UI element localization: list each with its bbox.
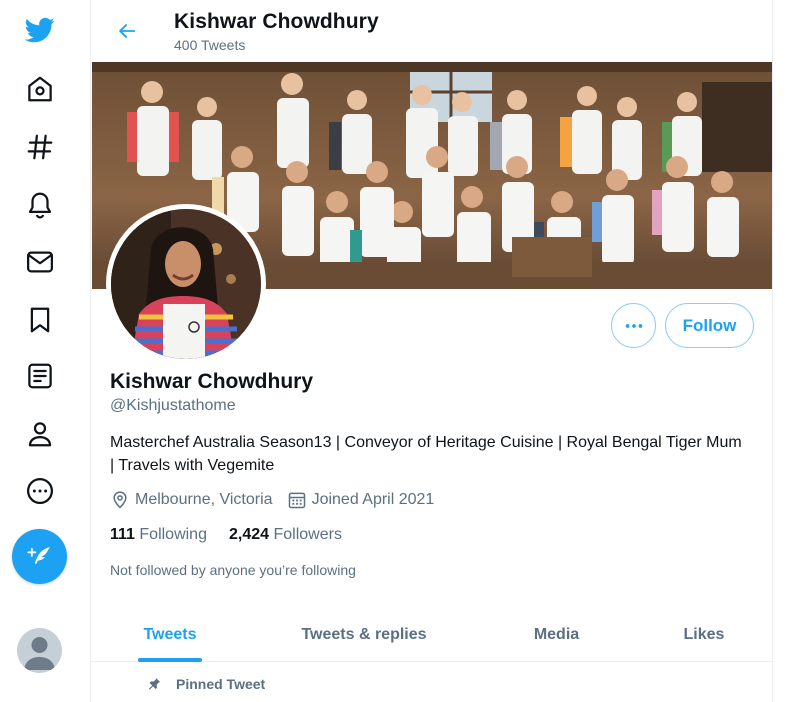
header-tweet-count: 400 Tweets — [174, 37, 246, 53]
feather-plus-icon — [26, 546, 50, 564]
followers-link[interactable]: 2,424 Followers — [229, 526, 342, 544]
following-link[interactable]: 111 Following — [110, 526, 207, 544]
notifications-bell-icon[interactable] — [14, 179, 66, 231]
profile-name: Kishwar Chowdhury — [110, 370, 314, 393]
profile-joined: Joined April 2021 — [287, 490, 435, 510]
pin-icon — [148, 678, 160, 690]
back-button[interactable] — [109, 13, 145, 49]
calendar-icon — [288, 492, 305, 509]
arrow-left-icon — [119, 24, 136, 38]
joined-text: Joined April 2021 — [311, 491, 435, 508]
following-label: Following — [139, 526, 207, 543]
profile-avatar[interactable] — [106, 204, 266, 364]
compose-tweet-button[interactable] — [12, 529, 67, 584]
more-circle-icon[interactable] — [14, 465, 66, 517]
tab-media[interactable]: Media — [479, 608, 634, 662]
profile-meta: Melbourne, Victoria Joined April 2021 — [110, 488, 448, 512]
tab-tweets[interactable]: Tweets — [91, 608, 249, 662]
follow-counts: 111 Following 2,424 Followers — [110, 526, 364, 544]
not-followed-notice: Not followed by anyone you’re following — [110, 562, 356, 578]
profile-person-icon[interactable] — [14, 408, 66, 460]
pinned-tweet-label: Pinned Tweet — [146, 676, 265, 692]
sidebar-nav — [0, 0, 80, 702]
home-icon[interactable] — [14, 63, 66, 115]
messages-envelope-icon[interactable] — [14, 236, 66, 288]
tab-likes[interactable]: Likes — [634, 608, 772, 662]
profile-column: Kishwar Chowdhury 400 Tweets Follow Kish… — [90, 0, 773, 702]
lists-icon[interactable] — [14, 350, 66, 402]
more-options-button[interactable] — [611, 303, 656, 348]
location-pin-icon — [113, 491, 127, 509]
profile-bio: Masterchef Australia Season13 | Conveyor… — [110, 434, 742, 474]
profile-handle: @Kishjustathome — [110, 397, 236, 414]
profile-tabs: Tweets Tweets & replies Media Likes — [91, 608, 772, 662]
default-avatar-icon — [24, 637, 55, 670]
followers-label: Followers — [273, 526, 342, 543]
follow-button[interactable]: Follow — [665, 303, 754, 348]
active-tab-indicator — [138, 658, 202, 662]
bookmarks-icon[interactable] — [14, 294, 66, 346]
account-avatar[interactable] — [17, 628, 62, 673]
twitter-app: Kishwar Chowdhury 400 Tweets Follow Kish… — [0, 0, 800, 702]
ellipsis-icon — [625, 323, 642, 328]
profile-header-bar: Kishwar Chowdhury 400 Tweets — [91, 0, 772, 62]
pinned-text: Pinned Tweet — [176, 676, 266, 692]
following-count: 111 — [110, 526, 135, 543]
twitter-logo-icon[interactable] — [14, 4, 66, 56]
followers-count: 2,424 — [228, 526, 270, 543]
explore-hashtag-icon[interactable] — [14, 121, 66, 173]
profile-location: Melbourne, Victoria — [110, 490, 273, 510]
location-text: Melbourne, Victoria — [135, 491, 273, 508]
header-title: Kishwar Chowdhury — [174, 10, 379, 33]
tab-tweets-replies[interactable]: Tweets & replies — [249, 608, 479, 662]
